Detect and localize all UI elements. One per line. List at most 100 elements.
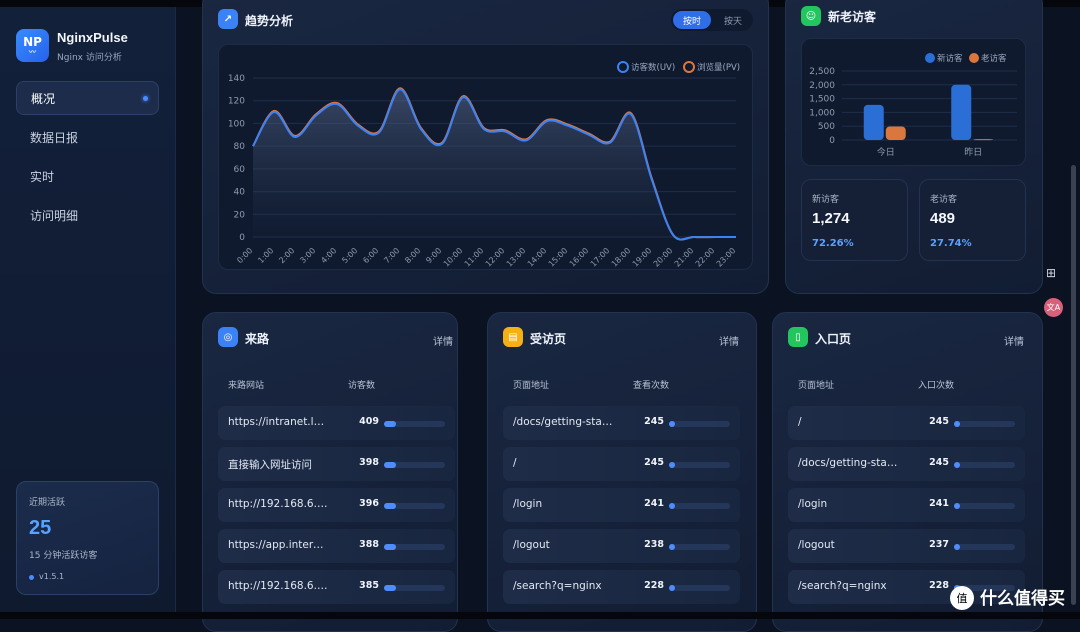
table-row[interactable]: https://app.interna... 388 <box>218 529 455 563</box>
table-row[interactable]: / 245 <box>788 406 1025 440</box>
sidebar: NP 〰 NginxPulse Nginx 访问分析 概况 数据日报 实时 访问… <box>0 7 176 612</box>
row-progress-fill <box>669 503 676 509</box>
row-label: /logout <box>798 539 835 551</box>
legend-marker <box>925 53 935 63</box>
toggle-by-day[interactable]: 按天 <box>716 11 750 29</box>
x-tick-label: 3:00 <box>298 246 317 265</box>
row-progress-bar <box>384 462 445 468</box>
trend-chart-icon: ↗ <box>218 9 238 29</box>
row-label: https://app.interna... <box>228 539 330 551</box>
bar <box>885 126 906 140</box>
y-tick-label: 20 <box>234 210 246 220</box>
trend-chart-box: 0 20 40 60 80 100 120 140 0:00 1:00 2:00 3:00 4:00 5:… <box>218 44 753 270</box>
y-tick-label: 2,000 <box>809 81 835 91</box>
table-row[interactable]: /login 241 <box>503 488 740 522</box>
pages-detail-link[interactable]: 详情 <box>719 333 739 348</box>
y-tick-label: 140 <box>228 74 245 84</box>
row-label: / <box>513 457 517 469</box>
table-row[interactable]: / 245 <box>503 447 740 481</box>
x-tick-label: 昨日 <box>964 146 982 158</box>
row-progress-bar <box>669 503 730 509</box>
row-label: /login <box>798 498 828 510</box>
bar <box>863 104 884 140</box>
row-value: 388 <box>359 539 379 550</box>
row-value: 238 <box>644 539 664 550</box>
table-row[interactable]: 直接输入网址访问 398 <box>218 447 455 481</box>
row-value: 241 <box>644 498 664 509</box>
x-tick-label: 今日 <box>877 146 895 158</box>
app-frame: NP 〰 NginxPulse Nginx 访问分析 概况 数据日报 实时 访问… <box>0 0 1080 632</box>
legend-marker <box>683 61 695 73</box>
row-progress-bar <box>669 544 730 550</box>
nav-item-access-detail[interactable]: 访问明细 <box>16 198 159 232</box>
nav-label: 实时 <box>30 169 55 184</box>
table-row[interactable]: /search?q=nginx 228 <box>503 570 740 604</box>
table-row[interactable]: /logout 237 <box>788 529 1025 563</box>
row-progress-bar <box>954 503 1015 509</box>
row-progress-bar <box>384 585 445 591</box>
x-tick-label: 14:00 <box>526 246 549 269</box>
row-progress-bar <box>384 544 445 550</box>
x-tick-label: 12:00 <box>484 246 507 269</box>
nav-item-realtime[interactable]: 实时 <box>16 159 159 193</box>
table-row[interactable]: /docs/getting-star... 245 <box>503 406 740 440</box>
logo-text: NP <box>23 35 42 49</box>
compass-icon: ◎ <box>218 327 238 347</box>
entry-col-url: 页面地址 <box>798 381 835 391</box>
toggle-by-hour[interactable]: 按时 <box>673 11 711 29</box>
table-row[interactable]: http://192.168.6.131... 396 <box>218 488 455 522</box>
x-tick-label: 23:00 <box>715 246 738 269</box>
brand-title: NginxPulse <box>57 30 128 45</box>
row-value: 245 <box>644 416 664 427</box>
active-dot-icon <box>143 96 148 101</box>
row-label: 直接输入网址访问 <box>228 459 312 471</box>
table-row[interactable]: /docs/getting-star... 245 <box>788 447 1025 481</box>
y-tick-label: 40 <box>234 188 246 198</box>
table-row[interactable]: http://192.168.6.131... 385 <box>218 570 455 604</box>
row-progress-fill <box>954 544 961 550</box>
source-detail-link[interactable]: 详情 <box>433 333 453 348</box>
y-tick-label: 1,000 <box>809 108 835 118</box>
table-row[interactable]: /login 241 <box>788 488 1025 522</box>
qrcode-icon[interactable]: ⊞ <box>1046 266 1056 280</box>
nav-item-overview[interactable]: 概况 <box>16 81 159 115</box>
watermark-logo: 值 <box>950 586 974 610</box>
pages-col-views: 查看次数 <box>633 381 670 391</box>
x-tick-label: 17:00 <box>589 246 612 269</box>
scrollbar[interactable] <box>1071 165 1076 605</box>
x-tick-label: 11:00 <box>463 246 486 269</box>
pages-col-url: 页面地址 <box>513 381 550 391</box>
legend-marker <box>617 61 629 73</box>
row-label: https://intranet.loc... <box>228 416 330 428</box>
row-value: 245 <box>929 416 949 427</box>
recent-active-card: 近期活跃 25 15 分钟活跃访客 v1.5.1 <box>16 481 159 595</box>
row-label: /search?q=nginx <box>513 580 602 592</box>
row-label: /docs/getting-star... <box>513 416 615 428</box>
row-progress-fill <box>384 421 397 427</box>
table-row[interactable]: https://intranet.loc... 409 <box>218 406 455 440</box>
table-row[interactable]: /logout 238 <box>503 529 740 563</box>
legend-label: 访客数(UV) <box>631 62 675 73</box>
version-dot-icon <box>29 575 34 580</box>
entry-detail-link[interactable]: 详情 <box>1004 333 1024 348</box>
source-col-visitors: 访客数 <box>348 381 376 391</box>
x-tick-label: 10:00 <box>442 246 465 269</box>
y-tick-label: 500 <box>818 122 835 132</box>
legend-label: 老访客 <box>981 53 1007 64</box>
row-progress-fill <box>384 544 397 550</box>
y-tick-label: 2,500 <box>809 67 835 77</box>
nav-item-daily-report[interactable]: 数据日报 <box>16 120 159 154</box>
row-progress-fill <box>669 544 676 550</box>
y-tick-label: 80 <box>234 142 246 152</box>
translate-icon[interactable]: 文A <box>1044 298 1063 317</box>
legend-marker <box>969 53 979 63</box>
row-value: 241 <box>929 498 949 509</box>
row-progress-fill <box>384 585 397 591</box>
recent-sub: 15 分钟活跃访客 <box>29 551 98 561</box>
x-tick-label: 1:00 <box>256 246 275 265</box>
bar <box>951 84 972 140</box>
x-tick-label: 5:00 <box>340 246 359 265</box>
x-tick-label: 4:00 <box>319 246 338 265</box>
y-tick-label: 1,500 <box>809 95 835 105</box>
source-title: 来路 <box>245 332 270 346</box>
